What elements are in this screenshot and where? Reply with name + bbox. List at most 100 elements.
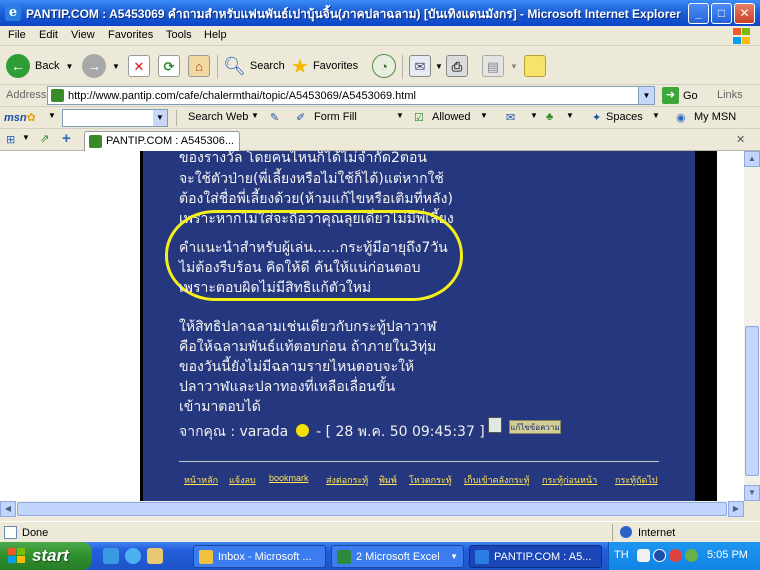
tab-pantip[interactable]: PANTIP.COM : A545306...: [84, 131, 240, 151]
close-button[interactable]: ✕: [734, 3, 755, 24]
taskbar: start Inbox - Microsoft ... 2 Microsoft …: [0, 542, 760, 570]
footer-link-previous[interactable]: กระทู้ก่อนหน้า: [542, 473, 597, 487]
menu-bar: File Edit View Favorites Tools Help: [0, 26, 760, 46]
footer-link-next[interactable]: กระทู้ถัดไป: [615, 473, 658, 487]
chevron-down-icon[interactable]: ▼: [48, 111, 56, 120]
menu-edit[interactable]: Edit: [39, 29, 58, 41]
print-icon: ⎙: [446, 55, 468, 77]
help-icon[interactable]: [637, 549, 650, 562]
msn-logo[interactable]: msn✿: [4, 111, 36, 124]
edit-button[interactable]: ▤ ▼: [482, 52, 518, 80]
start-button[interactable]: start: [0, 542, 92, 570]
stop-icon: ✕: [128, 55, 150, 77]
my-msn-button[interactable]: My MSN: [694, 111, 736, 123]
scroll-thumb[interactable]: [17, 502, 727, 516]
msn-search-input[interactable]: ▼: [62, 109, 168, 127]
address-bar: Address http://www.pantip.com/cafe/chale…: [0, 85, 760, 107]
history-button[interactable]: ◔: [372, 52, 396, 80]
quick-tabs-icon[interactable]: ⊞: [6, 133, 15, 146]
chevron-down-icon: ▼: [112, 61, 120, 71]
chevron-down-icon[interactable]: ▼: [480, 111, 488, 120]
post-line-highlight: ไม่ต้องรีบร้อน คิดให้ดี ค้นให้แน่ก่อนตอบ: [179, 260, 421, 276]
back-button[interactable]: ← Back ▼: [6, 52, 73, 80]
messenger-icon[interactable]: ♣: [546, 111, 553, 123]
chevron-down-icon[interactable]: ▼: [530, 111, 538, 120]
vertical-scrollbar[interactable]: ▲ ▼: [744, 151, 760, 501]
spaces-icon: ✦: [592, 112, 602, 124]
links-button[interactable]: Links: [717, 89, 743, 101]
title-bar[interactable]: e PANTIP.COM : A5453069 คำถามสำหรับแฟนพั…: [0, 0, 760, 26]
add-favorite-icon[interactable]: +: [62, 130, 71, 147]
scroll-up-icon[interactable]: ▲: [744, 151, 760, 167]
scroll-left-icon[interactable]: ◀: [0, 501, 16, 517]
footer-link-forward[interactable]: ส่งต่อกระทู้: [326, 473, 368, 487]
form-fill-button[interactable]: Form Fill: [314, 111, 357, 123]
footer-link-archive[interactable]: เก็บเข้าคลังกระทู้: [464, 473, 530, 487]
desktop-icon[interactable]: [147, 548, 163, 564]
menu-help[interactable]: Help: [204, 29, 227, 41]
favorites-center-icon[interactable]: ⇗: [40, 132, 49, 145]
favorites-button[interactable]: ★ Favorites: [291, 52, 358, 80]
network-icon[interactable]: [685, 549, 698, 562]
home-button[interactable]: ⌂: [188, 52, 210, 80]
language-indicator[interactable]: TH: [614, 549, 629, 561]
search-web-button[interactable]: Search Web: [188, 111, 248, 123]
spaces-button[interactable]: Spaces: [606, 111, 643, 123]
task-excel[interactable]: 2 Microsoft Excel ▼: [331, 545, 464, 568]
clock: 5:05 PM: [707, 549, 748, 561]
scroll-down-icon[interactable]: ▼: [744, 485, 760, 501]
separator: [402, 55, 403, 79]
search-button[interactable]: 🔍︎ Search: [223, 52, 285, 80]
edit-post-button[interactable]: แก้ไขข้อความ: [509, 420, 561, 434]
menu-file[interactable]: File: [8, 29, 26, 41]
scroll-thumb[interactable]: [745, 326, 759, 476]
window-title: PANTIP.COM : A5453069 คำถามสำหรับแฟนพันธ…: [26, 7, 681, 21]
menu-favorites[interactable]: Favorites: [108, 29, 153, 41]
address-input[interactable]: http://www.pantip.com/cafe/chalermthai/t…: [47, 86, 655, 105]
chevron-down-icon[interactable]: ▼: [652, 111, 660, 120]
stop-button[interactable]: ✕: [128, 52, 150, 80]
chevron-down-icon[interactable]: ▼: [251, 111, 259, 120]
footer-link-bookmark[interactable]: bookmark: [269, 473, 309, 483]
highlight-pen-icon[interactable]: ✎: [270, 111, 279, 124]
search-icon[interactable]: [653, 549, 666, 562]
chevron-down-icon[interactable]: ▼: [153, 110, 167, 126]
horizontal-scrollbar[interactable]: ◀ ▶: [0, 501, 744, 517]
ie-quicklaunch-icon[interactable]: [103, 548, 119, 564]
media-player-icon[interactable]: [125, 548, 141, 564]
forward-arrow-icon: →: [82, 54, 106, 78]
address-url[interactable]: http://www.pantip.com/cafe/chalermthai/t…: [68, 90, 416, 102]
page-border-right: [695, 151, 717, 501]
trash-icon[interactable]: [488, 417, 502, 433]
allowed-button[interactable]: Allowed: [432, 111, 471, 123]
close-tab-icon[interactable]: ✕: [736, 133, 745, 146]
start-label: start: [32, 546, 69, 565]
print-button[interactable]: ⎙: [446, 52, 468, 80]
menu-tools[interactable]: Tools: [166, 29, 192, 41]
windows-flag-icon: [8, 548, 26, 564]
maximize-button[interactable]: □: [711, 3, 732, 24]
task-pantip[interactable]: PANTIP.COM : A5...: [469, 545, 602, 568]
chevron-down-icon[interactable]: ▼: [566, 111, 574, 120]
scroll-right-icon[interactable]: ▶: [728, 501, 744, 517]
menu-view[interactable]: View: [71, 29, 95, 41]
mail-icon[interactable]: ✉: [506, 111, 515, 124]
task-outlook[interactable]: Inbox - Microsoft ...: [193, 545, 326, 568]
footer-link-home[interactable]: หน้าหลัก: [184, 473, 218, 487]
chevron-down-icon[interactable]: ▼: [22, 133, 30, 142]
go-button[interactable]: ➜ Go: [662, 87, 698, 104]
footer-link-print[interactable]: พิมพ์: [379, 473, 397, 487]
post-line: ต้องใส่ชื่อพี่เลี้ยงด้วย(ห้ามแก้ไขหรือเต…: [179, 191, 453, 207]
audio-icon[interactable]: [669, 549, 682, 562]
footer-link-vote[interactable]: โหวตกระทู้: [409, 473, 452, 487]
separator: [176, 110, 177, 126]
refresh-button[interactable]: ⟳: [158, 52, 180, 80]
mail-button[interactable]: ✉ ▼: [409, 52, 443, 80]
messenger-button[interactable]: [524, 52, 546, 80]
chevron-down-icon[interactable]: ▼: [396, 111, 404, 120]
chevron-down-icon[interactable]: ▼: [638, 87, 654, 104]
footer-link-report[interactable]: แจ้งลบ: [229, 473, 256, 487]
chevron-down-icon: ▼: [435, 61, 443, 71]
minimize-button[interactable]: _: [688, 3, 709, 24]
forward-button[interactable]: → ▼: [82, 52, 120, 80]
